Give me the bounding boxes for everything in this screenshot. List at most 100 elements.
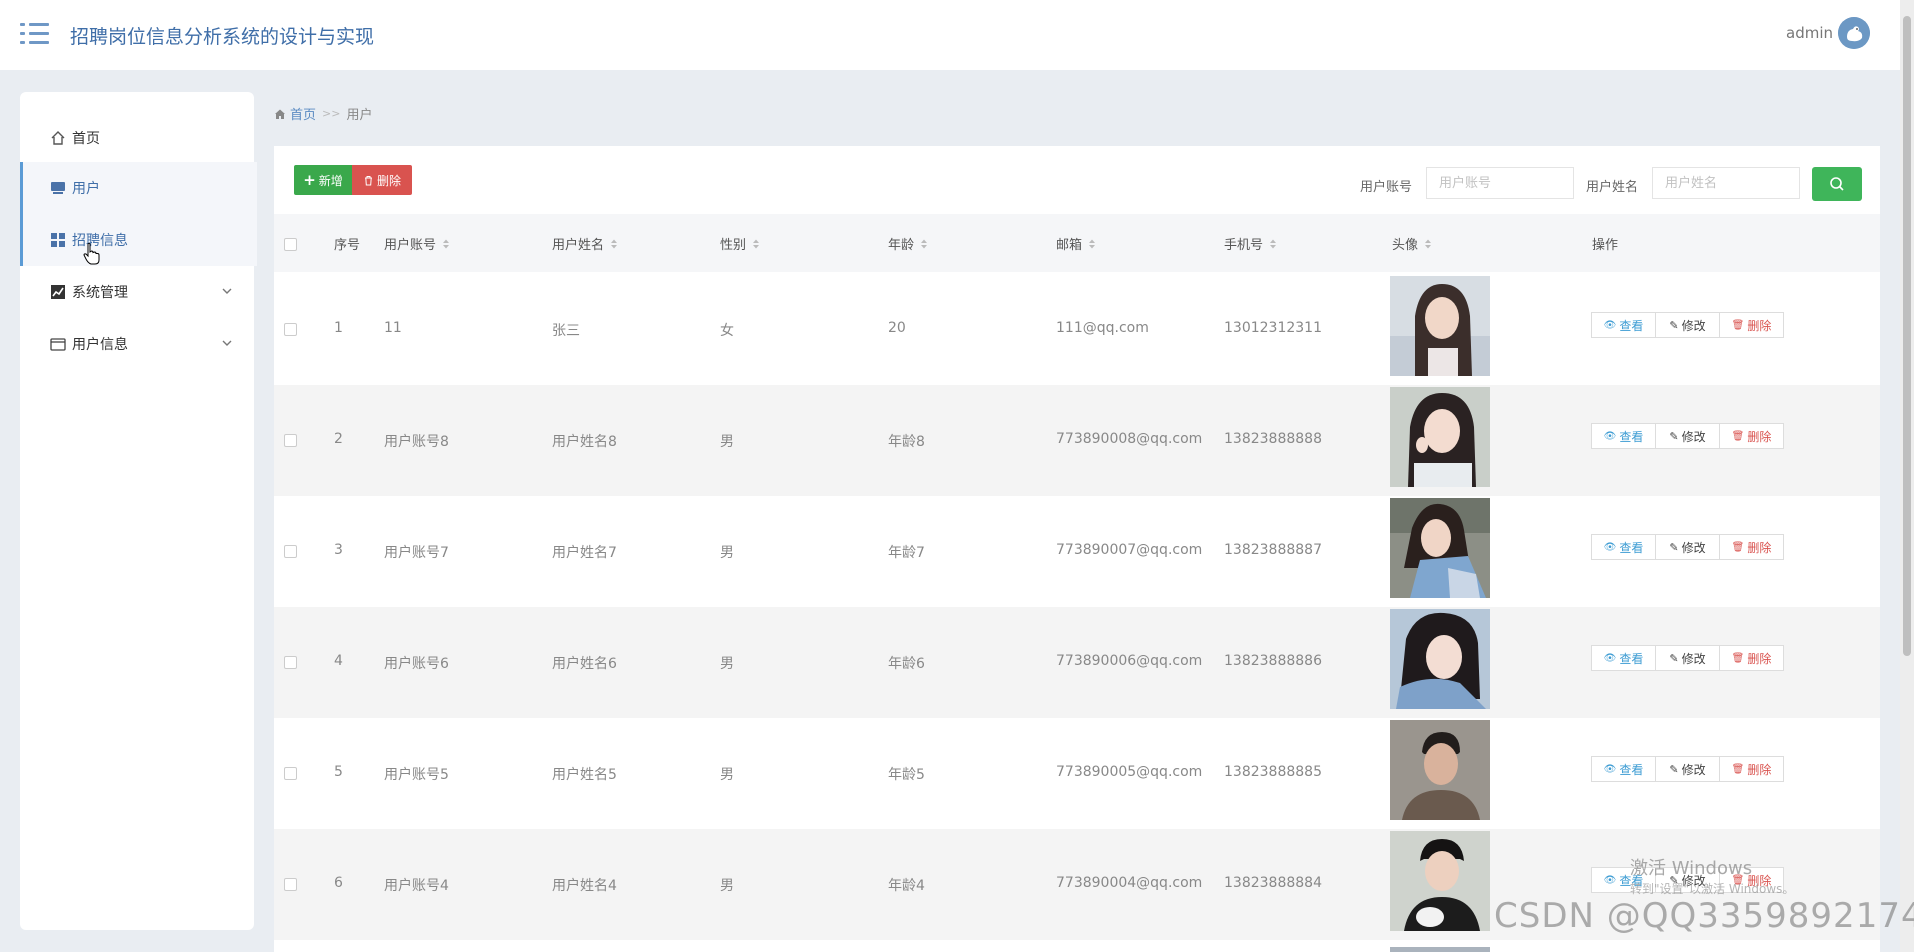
windows-activation-hint: 转到"设置"以激活 Windows。 [1630, 882, 1795, 896]
cell-gender: 男 [720, 545, 734, 561]
avatar-photo[interactable] [1390, 498, 1490, 598]
column-header-account[interactable]: 用户账号 [384, 234, 450, 253]
hand-cursor-icon [83, 242, 100, 265]
view-button[interactable]: 👁 查看 [1591, 645, 1656, 671]
edit-icon: ✎ [1669, 540, 1679, 554]
windows-activation-title: 激活 Windows [1630, 858, 1753, 879]
column-header-age[interactable]: 年龄 [888, 234, 928, 253]
monitor-icon [51, 182, 65, 194]
sort-icon [1425, 239, 1432, 248]
cell-phone: 13823888885 [1224, 764, 1322, 780]
user-name[interactable]: admin [1786, 24, 1833, 42]
view-button[interactable]: 👁 查看 [1591, 756, 1656, 782]
avatar-photo[interactable] [1390, 609, 1490, 709]
cell-index: 2 [334, 431, 343, 447]
delete-button[interactable]: 🗑 删除 [1719, 756, 1784, 782]
column-header-avatar[interactable]: 头像 [1392, 234, 1432, 253]
row-checkbox[interactable] [284, 656, 297, 669]
avatar-photo[interactable] [1390, 720, 1490, 820]
edit-button[interactable]: ✎ 修改 [1655, 534, 1720, 560]
row-actions: 👁 查看 ✎ 修改 🗑 删除 [1591, 645, 1784, 671]
sidebar-item-user-info[interactable]: 用户信息 [20, 318, 254, 370]
delete-button[interactable]: 🗑 删除 [1719, 312, 1784, 338]
row-checkbox[interactable] [284, 545, 297, 558]
edit-button[interactable]: ✎ 修改 [1655, 423, 1720, 449]
row-checkbox[interactable] [284, 878, 297, 891]
table-row: 2 用户账号8 用户姓名8 男 年龄8 773890008@qq.com 138… [274, 385, 1880, 496]
table-row: 5 用户账号5 用户姓名5 男 年龄5 773890005@qq.com 138… [274, 718, 1880, 829]
eye-icon: 👁 [1603, 430, 1617, 442]
eye-icon: 👁 [1603, 652, 1617, 664]
breadcrumb-home-link[interactable]: 首页 [290, 104, 316, 123]
avatar-photo[interactable] [1390, 387, 1490, 487]
table-row: 4 用户账号6 用户姓名6 男 年龄6 773890006@qq.com 138… [274, 607, 1880, 718]
delete-button[interactable]: 🗑 删除 [1719, 534, 1784, 560]
search-button[interactable] [1812, 167, 1862, 201]
sidebar-item-label: 用户信息 [72, 337, 128, 353]
batch-delete-button[interactable]: 删除 [352, 165, 412, 195]
sort-icon [443, 239, 450, 248]
sidebar-item-recruit-info[interactable]: 招聘信息 [20, 214, 257, 266]
menu-toggle-icon[interactable] [20, 20, 50, 48]
edit-button[interactable]: ✎ 修改 [1655, 312, 1720, 338]
plus-icon: + [303, 171, 316, 189]
eye-icon: 👁 [1603, 319, 1617, 331]
column-header-phone[interactable]: 手机号 [1224, 234, 1277, 253]
sidebar-item-home[interactable]: 首页 [20, 112, 254, 164]
avatar-photo[interactable] [1390, 831, 1490, 931]
add-button[interactable]: + 新增 [294, 165, 352, 195]
sidebar-item-label: 系统管理 [72, 285, 128, 301]
view-button[interactable]: 👁 查看 [1591, 312, 1656, 338]
page-scrollbar-thumb[interactable] [1903, 16, 1911, 656]
cell-account: 11 [384, 320, 402, 336]
avatar-photo[interactable] [1390, 276, 1490, 376]
column-header-index: 序号 [334, 238, 361, 253]
row-checkbox[interactable] [284, 323, 297, 336]
trash-icon: 🗑 [1731, 763, 1745, 775]
search-name-label: 用户姓名 [1586, 180, 1639, 195]
avatar[interactable] [1838, 17, 1870, 49]
delete-button[interactable]: 🗑 删除 [1719, 645, 1784, 671]
eye-icon: 👁 [1603, 874, 1617, 886]
trash-icon: 🗑 [1731, 652, 1745, 664]
column-header-gender[interactable]: 性别 [720, 234, 760, 253]
cell-age: 20 [888, 320, 906, 336]
view-button[interactable]: 👁 查看 [1591, 423, 1656, 449]
column-header-email[interactable]: 邮箱 [1056, 234, 1096, 253]
row-checkbox[interactable] [284, 767, 297, 780]
select-all-checkbox[interactable] [284, 238, 297, 251]
cell-email: 773890006@qq.com [1056, 653, 1203, 669]
sidebar-item-system[interactable]: 系统管理 [20, 266, 254, 318]
cell-account: 用户账号8 [384, 434, 449, 450]
top-bar: 招聘岗位信息分析系统的设计与实现 admin [0, 0, 1914, 70]
cell-email: 773890007@qq.com [1056, 542, 1203, 558]
row-checkbox[interactable] [284, 434, 297, 447]
sort-icon [1270, 239, 1277, 248]
cell-index: 6 [334, 875, 343, 891]
cell-age: 年龄7 [888, 545, 925, 561]
row-actions: 👁 查看 ✎ 修改 🗑 删除 [1591, 534, 1784, 560]
row-actions: 👁 查看 ✎ 修改 🗑 删除 [1591, 756, 1784, 782]
edit-button[interactable]: ✎ 修改 [1655, 645, 1720, 671]
view-button[interactable]: 👁 查看 [1591, 534, 1656, 560]
sort-icon [1089, 239, 1096, 248]
table-row: 1 11 张三 女 20 111@qq.com 13012312311 👁 查看 … [274, 274, 1880, 385]
delete-button[interactable]: 🗑 删除 [1719, 423, 1784, 449]
cell-account: 用户账号5 [384, 767, 449, 783]
search-name-input[interactable] [1652, 167, 1800, 199]
sidebar-item-label: 用户 [72, 181, 100, 197]
cell-phone: 13823888887 [1224, 542, 1322, 558]
sidebar-item-users[interactable]: 用户 [20, 162, 257, 214]
avatar-photo [1390, 942, 1490, 952]
column-header-name[interactable]: 用户姓名 [552, 234, 618, 253]
cell-account: 用户账号4 [384, 878, 449, 894]
cell-index: 3 [334, 542, 343, 558]
card-icon [50, 338, 66, 351]
cell-age: 年龄4 [888, 878, 925, 894]
app-title: 招聘岗位信息分析系统的设计与实现 [70, 26, 375, 48]
search-account-input[interactable] [1426, 167, 1574, 199]
cell-age: 年龄8 [888, 434, 925, 450]
cell-name: 用户姓名6 [552, 656, 617, 672]
trash-icon [364, 175, 372, 185]
edit-button[interactable]: ✎ 修改 [1655, 756, 1720, 782]
